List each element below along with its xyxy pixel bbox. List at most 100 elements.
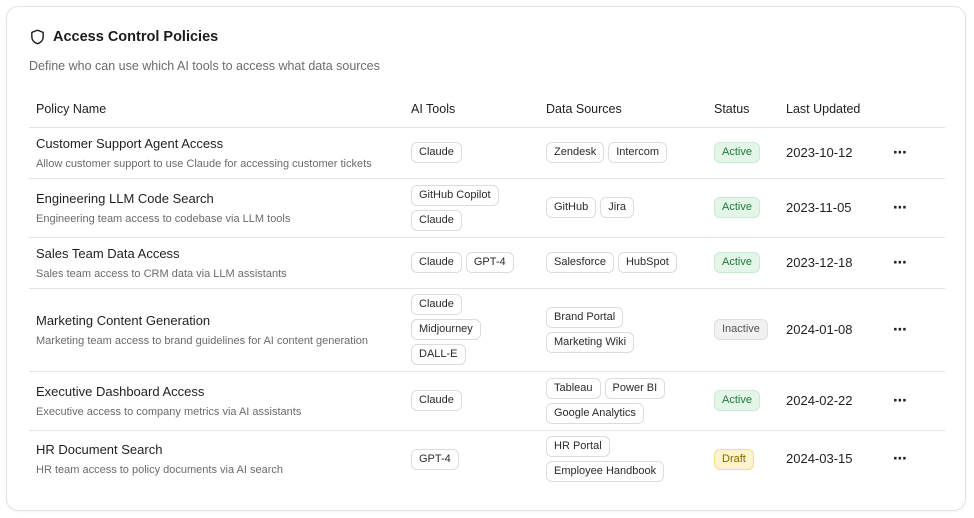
page-title: Access Control Policies — [53, 29, 219, 45]
actions-cell: ⋯ — [883, 288, 945, 372]
status-cell: Inactive — [707, 288, 779, 372]
table-row[interactable]: Marketing Content Generation Marketing te… — [29, 288, 945, 372]
data-sources-cell: HR Portal Employee Handbook — [539, 430, 707, 488]
table-row[interactable]: HR Document Search HR team access to poli… — [29, 430, 945, 488]
policy-name[interactable]: Customer Support Agent Access — [36, 136, 404, 151]
column-header-status[interactable]: Status — [707, 91, 779, 128]
data-source-chip: Salesforce — [546, 252, 614, 273]
data-sources-cell: Tableau Power BI Google Analytics — [539, 371, 707, 431]
data-source-chip: Brand Portal — [546, 306, 624, 328]
policy-cell: Engineering LLM Code Search Engineering t… — [29, 178, 404, 238]
column-header-data-sources[interactable]: Data Sources — [539, 91, 707, 128]
table-body: Customer Support Agent Access Allow custo… — [29, 127, 945, 488]
policy-name[interactable]: Marketing Content Generation — [36, 313, 404, 328]
ai-tools-cell: Claude — [404, 127, 539, 179]
policy-name[interactable]: Sales Team Data Access — [36, 246, 404, 261]
data-sources-cell: Zendesk Intercom — [539, 127, 707, 179]
more-options-icon[interactable]: ⋯ — [890, 144, 907, 160]
table-header-row: Policy Name AI Tools Data Sources Status… — [29, 91, 945, 128]
status-cell: Active — [707, 237, 779, 289]
data-source-chip: Intercom — [608, 142, 667, 163]
status-cell: Active — [707, 127, 779, 179]
table-row[interactable]: Engineering LLM Code Search Engineering t… — [29, 178, 945, 238]
ai-tool-chip: Claude — [411, 142, 462, 163]
last-updated-cell: 2024-01-08 — [779, 288, 883, 372]
ai-tools-list: Claude — [411, 390, 539, 411]
ai-tool-chip: Claude — [411, 294, 462, 315]
last-updated-date: 2023-12-18 — [786, 254, 853, 270]
data-source-chip: Marketing Wiki — [546, 331, 635, 353]
ai-tools-list: Claude Midjourney DALL-E — [411, 294, 539, 365]
ai-tool-chip: Claude — [411, 209, 462, 231]
data-source-chip: GitHub — [546, 197, 597, 218]
data-source-chip: Jira — [600, 197, 634, 218]
data-source-chip: HR Portal — [546, 436, 610, 458]
policy-cell: Customer Support Agent Access Allow custo… — [29, 127, 404, 179]
title-row: Access Control Policies — [29, 27, 380, 47]
policy-description: HR team access to policy documents via A… — [36, 464, 283, 477]
policy-description: Executive access to company metrics via … — [36, 405, 302, 418]
ai-tools-list: Claude — [411, 142, 539, 163]
column-header-ai-tools[interactable]: AI Tools — [404, 91, 539, 128]
data-sources-list: Tableau Power BI Google Analytics — [546, 377, 686, 424]
more-options-icon[interactable]: ⋯ — [890, 450, 907, 466]
ai-tool-chip: DALL-E — [411, 344, 466, 365]
ai-tool-chip: Claude — [411, 390, 462, 411]
policy-description: Engineering team access to codebase via … — [36, 212, 291, 225]
data-sources-list: Salesforce HubSpot — [546, 252, 686, 273]
policy-cell: HR Document Search HR team access to poli… — [29, 430, 404, 488]
actions-cell: ⋯ — [883, 178, 945, 238]
data-source-chip: Google Analytics — [546, 402, 644, 424]
last-updated-date: 2023-10-12 — [786, 144, 853, 160]
data-sources-cell: Salesforce HubSpot — [539, 237, 707, 289]
data-source-chip: Employee Handbook — [546, 461, 665, 483]
actions-cell: ⋯ — [883, 430, 945, 488]
ai-tool-chip: GitHub Copilot — [411, 184, 499, 206]
policy-cell: Sales Team Data Access Sales team access … — [29, 237, 404, 289]
ai-tool-chip: Claude — [411, 252, 462, 273]
table-row[interactable]: Customer Support Agent Access Allow custo… — [29, 127, 945, 179]
column-header-actions — [883, 91, 945, 128]
more-options-icon[interactable]: ⋯ — [890, 199, 907, 215]
last-updated-date: 2024-02-22 — [786, 392, 853, 408]
data-source-chip: Zendesk — [546, 142, 605, 163]
policy-name[interactable]: Engineering LLM Code Search — [36, 191, 404, 206]
policy-cell: Marketing Content Generation Marketing te… — [29, 288, 404, 372]
data-sources-cell: Brand Portal Marketing Wiki — [539, 288, 707, 372]
more-options-icon[interactable]: ⋯ — [890, 254, 907, 270]
page-subtitle: Define who can use which AI tools to acc… — [29, 59, 380, 73]
table-row[interactable]: Executive Dashboard Access Executive acce… — [29, 371, 945, 431]
actions-cell: ⋯ — [883, 237, 945, 289]
policy-description: Allow customer support to use Claude for… — [36, 157, 372, 170]
more-options-icon[interactable]: ⋯ — [890, 321, 907, 337]
ai-tools-cell: Claude Midjourney DALL-E — [404, 288, 539, 372]
more-options-icon[interactable]: ⋯ — [890, 392, 907, 408]
data-sources-list: GitHub Jira — [546, 197, 686, 218]
column-header-policy-name[interactable]: Policy Name — [29, 91, 404, 128]
data-source-chip: Tableau — [546, 377, 601, 399]
data-source-chip: Power BI — [604, 377, 666, 399]
status-cell: Active — [707, 178, 779, 238]
status-badge: Draft — [714, 448, 754, 470]
status-badge: Active — [714, 390, 760, 411]
last-updated-cell: 2023-10-12 — [779, 127, 883, 179]
policy-name[interactable]: HR Document Search — [36, 442, 404, 457]
column-header-last-updated[interactable]: Last Updated — [779, 91, 883, 128]
table-row[interactable]: Sales Team Data Access Sales team access … — [29, 237, 945, 289]
last-updated-date: 2024-03-15 — [786, 451, 853, 467]
card-header: Access Control Policies Define who can u… — [29, 27, 380, 73]
ai-tool-chip: GPT-4 — [411, 448, 459, 470]
ai-tool-chip: GPT-4 — [465, 252, 514, 273]
policy-cell: Executive Dashboard Access Executive acce… — [29, 371, 404, 431]
status-badge: Inactive — [714, 319, 768, 340]
actions-cell: ⋯ — [883, 371, 945, 431]
policy-description: Marketing team access to brand guideline… — [36, 334, 369, 347]
data-sources-list: Zendesk Intercom — [546, 142, 686, 163]
data-source-chip: HubSpot — [617, 252, 677, 273]
ai-tool-chip: Midjourney — [411, 319, 481, 340]
status-badge: Active — [714, 197, 760, 218]
last-updated-cell: 2024-02-22 — [779, 371, 883, 431]
policy-name[interactable]: Executive Dashboard Access — [36, 384, 404, 399]
status-cell: Active — [707, 371, 779, 431]
last-updated-cell: 2023-12-18 — [779, 237, 883, 289]
